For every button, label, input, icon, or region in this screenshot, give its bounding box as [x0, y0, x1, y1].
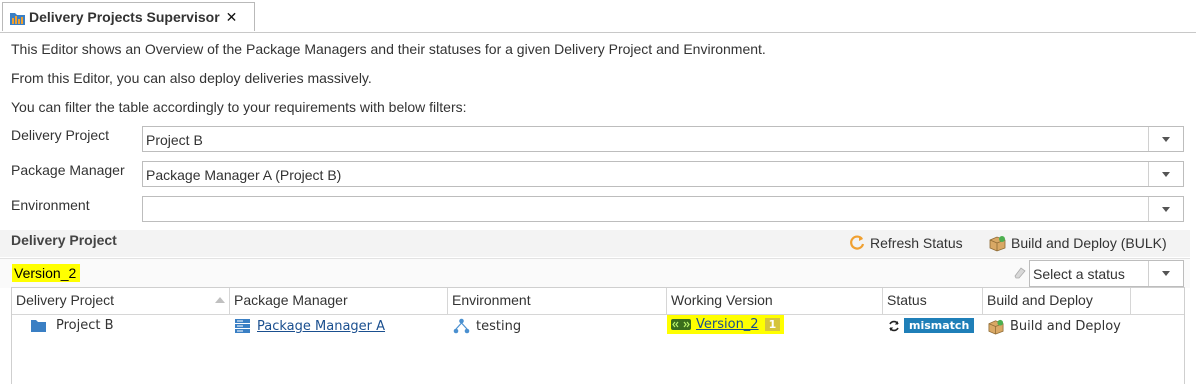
- clear-filter-icon[interactable]: [1012, 265, 1026, 282]
- environment-name: testing: [476, 318, 522, 334]
- column-header-label: Delivery Project: [16, 292, 115, 308]
- cell-delivery-project: Project B: [30, 318, 114, 333]
- cell-environment: testing: [453, 318, 521, 334]
- intro-line-1: This Editor shows an Overview of the Pac…: [11, 41, 766, 57]
- cell-build-deploy: Build and Deploy: [987, 318, 1121, 335]
- sort-ascending-icon[interactable]: [215, 297, 225, 303]
- package-icon: [989, 236, 1006, 252]
- delivery-project-label: Delivery Project: [11, 127, 110, 143]
- chevron-down-icon[interactable]: [1148, 162, 1183, 186]
- table-filter-bar: Version_2 Select a status: [0, 258, 1190, 288]
- refresh-status-label: Refresh Status: [870, 235, 963, 251]
- folder-icon: [31, 320, 46, 332]
- version-count-badge: 1: [764, 318, 781, 331]
- table-header: Delivery Project Package Manager Environ…: [12, 288, 1184, 315]
- package-manager-label: Package Manager: [11, 162, 125, 178]
- chevron-down-icon[interactable]: [1148, 261, 1183, 286]
- intro-line-3: You can filter the table accordingly to …: [11, 99, 467, 115]
- section-title: Delivery Project: [11, 232, 117, 248]
- column-header-environment[interactable]: Environment: [448, 288, 667, 314]
- column-header-label: Environment: [452, 292, 531, 308]
- chevron-down-icon[interactable]: [1148, 127, 1183, 151]
- network-icon: [453, 318, 470, 334]
- package-manager-value: Package Manager A (Project B): [146, 167, 342, 183]
- status-select-placeholder: Select a status: [1033, 266, 1125, 282]
- sync-icon[interactable]: [888, 320, 900, 332]
- refresh-status-button[interactable]: Refresh Status: [848, 234, 963, 252]
- intro-line-2: From this Editor, you can also deploy de…: [11, 70, 372, 86]
- build-deploy-action[interactable]: Build and Deploy: [1010, 319, 1121, 334]
- section-header: Delivery Project Refresh Status Build an…: [0, 230, 1190, 257]
- column-header-label: Package Manager: [234, 292, 348, 308]
- chevron-down-icon[interactable]: [1148, 197, 1183, 221]
- package-manager-select[interactable]: Package Manager A (Project B): [142, 161, 1184, 187]
- build-deploy-bulk-button[interactable]: Build and Deploy (BULK): [988, 234, 1167, 252]
- version-tag-icon: [671, 319, 691, 330]
- close-icon[interactable]: ✕: [226, 9, 238, 26]
- environment-label: Environment: [11, 197, 90, 213]
- tab-title: Delivery Projects Supervisor: [29, 9, 220, 25]
- column-header-label: Build and Deploy: [987, 292, 1093, 308]
- server-icon: [235, 319, 250, 333]
- folder-chart-icon: [9, 9, 26, 26]
- package-manager-link[interactable]: Package Manager A: [257, 319, 385, 334]
- cell-working-version: Version_2 1: [667, 315, 785, 334]
- table-row[interactable]: Project B Package Manager A testing Vers…: [12, 315, 1184, 339]
- delivery-project-name: Project B: [56, 318, 114, 333]
- column-header-build-deploy[interactable]: Build and Deploy: [983, 288, 1131, 314]
- column-header-label: Status: [887, 292, 927, 308]
- column-header-delivery-project[interactable]: Delivery Project: [12, 288, 230, 314]
- cell-package-manager: Package Manager A: [234, 318, 385, 334]
- working-version-link[interactable]: Version_2: [696, 317, 759, 332]
- delivery-project-select[interactable]: Project B: [142, 126, 1184, 152]
- status-select[interactable]: Select a status: [1029, 260, 1184, 287]
- column-header-status[interactable]: Status: [883, 288, 983, 314]
- package-icon: [988, 319, 1004, 335]
- cell-status: mismatch: [888, 318, 975, 333]
- delivery-project-value: Project B: [146, 132, 203, 148]
- environment-select[interactable]: [142, 196, 1184, 222]
- column-header-working-version[interactable]: Working Version: [667, 288, 883, 314]
- refresh-icon: [850, 235, 865, 250]
- status-badge: mismatch: [904, 318, 975, 333]
- delivery-project-table: Delivery Project Package Manager Environ…: [11, 287, 1185, 384]
- column-header-label: Working Version: [671, 292, 773, 308]
- column-header-package-manager[interactable]: Package Manager: [230, 288, 448, 314]
- tab-delivery-projects-supervisor[interactable]: Delivery Projects Supervisor ✕: [2, 2, 255, 31]
- build-deploy-bulk-label: Build and Deploy (BULK): [1011, 235, 1167, 251]
- editor-tab-bar: Delivery Projects Supervisor ✕: [0, 0, 1196, 33]
- search-filter-input[interactable]: Version_2: [12, 264, 81, 282]
